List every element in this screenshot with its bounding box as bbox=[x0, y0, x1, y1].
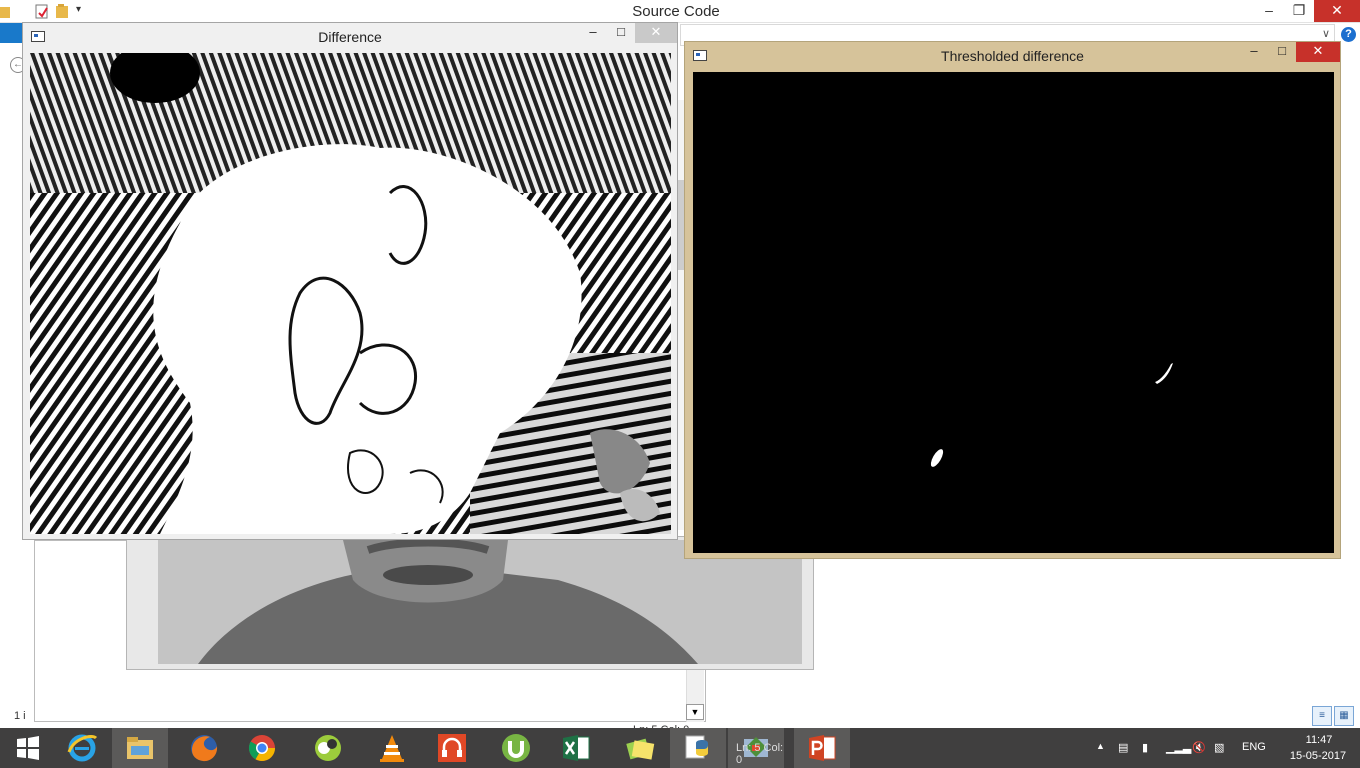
thresholded-window: Thresholded difference – □ ✕ bbox=[684, 41, 1341, 559]
media-icon bbox=[315, 735, 341, 761]
taskbar-firefox[interactable] bbox=[176, 728, 232, 768]
explorer-titlebar: ▾ Source Code – ❐ ✕ bbox=[0, 0, 1360, 23]
close-button[interactable]: ✕ bbox=[635, 23, 677, 43]
properties-icon[interactable] bbox=[34, 4, 50, 19]
taskbar-media-app[interactable] bbox=[300, 728, 356, 768]
battery-icon[interactable]: ▮ bbox=[1142, 741, 1148, 754]
window-title: Source Code bbox=[632, 3, 720, 20]
difference-image-render bbox=[30, 53, 671, 534]
taskbar-file-explorer[interactable] bbox=[112, 728, 168, 768]
ribbon-file-tab[interactable] bbox=[0, 23, 22, 43]
excel-icon bbox=[563, 735, 590, 761]
taskbar-python-idle[interactable] bbox=[670, 728, 726, 768]
headphones-icon bbox=[438, 734, 466, 762]
taskbar-utorrent[interactable] bbox=[488, 728, 544, 768]
taskbar-vlc[interactable] bbox=[364, 728, 420, 768]
window-controls: – ❐ ✕ bbox=[1254, 0, 1360, 22]
details-view-icon[interactable]: ≡ bbox=[1312, 706, 1332, 726]
minimize-button[interactable]: – bbox=[579, 23, 607, 43]
difference-window: Difference – □ ✕ bbox=[22, 22, 678, 540]
folder-icon bbox=[127, 737, 153, 759]
maximize-button[interactable]: □ bbox=[607, 23, 635, 43]
taskbar-python-shell[interactable]: Ln: 5 Col: 0 bbox=[728, 728, 784, 768]
sticky-notes-icon bbox=[626, 738, 655, 760]
taskbar-chrome[interactable] bbox=[234, 728, 290, 768]
difference-image bbox=[30, 53, 671, 534]
thresholded-image-render bbox=[693, 72, 1334, 553]
taskbar-audio-app[interactable] bbox=[424, 728, 480, 768]
folder-icon[interactable] bbox=[0, 4, 16, 19]
large-icons-view-icon[interactable]: ▦ bbox=[1334, 706, 1354, 726]
taskbar-excel[interactable] bbox=[548, 728, 604, 768]
thresholded-window-controls: – □ ✕ bbox=[1240, 42, 1340, 62]
powerpoint-icon bbox=[809, 735, 836, 761]
difference-titlebar[interactable]: Difference – □ ✕ bbox=[23, 23, 677, 51]
thresholded-titlebar[interactable]: Thresholded difference – □ ✕ bbox=[685, 42, 1340, 70]
close-button[interactable]: ✕ bbox=[1296, 42, 1340, 62]
view-toggle: ≡ ▦ bbox=[1312, 706, 1354, 726]
start-button[interactable] bbox=[0, 728, 56, 768]
network-signal-icon[interactable]: ▁▂▃ bbox=[1166, 741, 1191, 754]
overlay-status-text: Ln: 5 Col: 0 bbox=[736, 742, 784, 766]
help-icon[interactable]: ? bbox=[1341, 27, 1356, 42]
taskbar-internet-explorer[interactable] bbox=[54, 728, 110, 768]
taskbar-sticky-notes[interactable] bbox=[612, 728, 668, 768]
clock-date[interactable]: 15-05-2017 bbox=[1282, 750, 1354, 762]
items-count: 1 i bbox=[14, 710, 26, 722]
taskbar: Ln: 5 Col: 0 ▲ ▤ ▮ ▁▂▃ 🔇 ▧ ENG 11:47 15-… bbox=[0, 728, 1360, 768]
taskbar-powerpoint[interactable] bbox=[794, 728, 850, 768]
python-icon bbox=[685, 735, 708, 759]
close-button[interactable]: ✕ bbox=[1314, 0, 1360, 22]
language-indicator[interactable]: ENG bbox=[1242, 741, 1266, 753]
system-tray: ▲ ▤ ▮ ▁▂▃ 🔇 ▧ ENG 11:47 15-05-2017 bbox=[1090, 728, 1360, 768]
network-icon[interactable]: ▧ bbox=[1214, 741, 1224, 754]
utorrent-icon bbox=[502, 734, 530, 762]
volume-muted-icon[interactable]: 🔇 bbox=[1192, 741, 1206, 754]
minimize-button[interactable]: – bbox=[1240, 42, 1268, 62]
maximize-button[interactable]: □ bbox=[1268, 42, 1296, 62]
action-center-icon[interactable]: ▤ bbox=[1118, 741, 1128, 754]
chrome-icon bbox=[248, 735, 276, 762]
minimize-button[interactable]: – bbox=[1254, 0, 1284, 22]
clock-time[interactable]: 11:47 bbox=[1295, 734, 1343, 746]
customize-toolbar-icon[interactable]: ▾ bbox=[76, 4, 92, 19]
restore-button[interactable]: ❐ bbox=[1284, 0, 1314, 22]
scroll-down-button[interactable]: ▼ bbox=[686, 704, 704, 720]
ie-icon bbox=[67, 734, 98, 762]
thresholded-image bbox=[693, 72, 1334, 553]
firefox-icon bbox=[191, 735, 218, 762]
show-hidden-icons-icon[interactable]: ▲ bbox=[1096, 741, 1105, 751]
new-folder-icon[interactable] bbox=[55, 4, 71, 19]
chevron-down-icon[interactable]: ∨ bbox=[1322, 27, 1330, 40]
difference-window-controls: – □ ✕ bbox=[579, 23, 677, 43]
vlc-cone-icon bbox=[380, 735, 404, 762]
windows-logo-icon bbox=[17, 736, 39, 760]
